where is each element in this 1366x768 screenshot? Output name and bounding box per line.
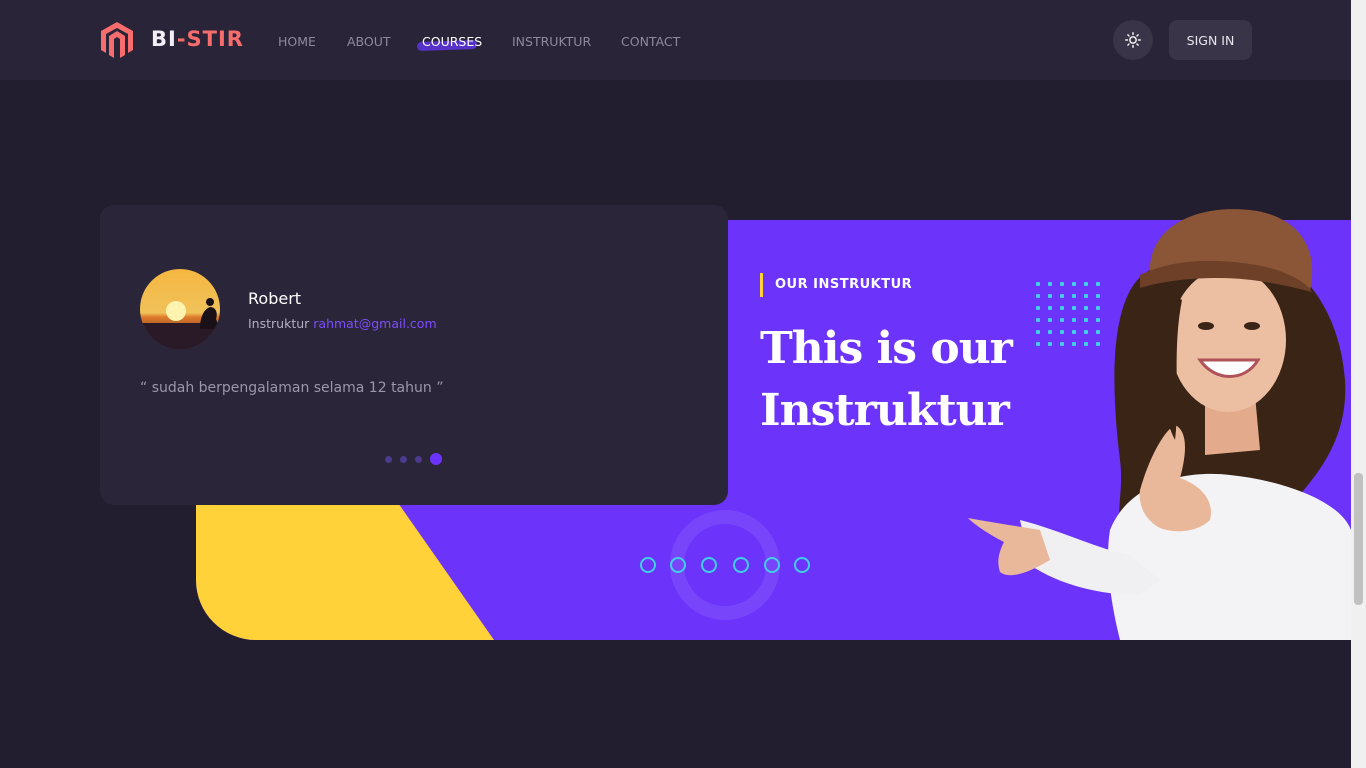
instructor-photo <box>968 209 1351 640</box>
instructor-email-link[interactable]: rahmat@gmail.com <box>313 316 436 331</box>
nav-courses[interactable]: COURSES <box>422 34 482 49</box>
site-header: BI-STIR HOME ABOUT COURSES INSTRUKTUR CO… <box>0 0 1351 80</box>
brand-part2: -STIR <box>176 27 244 51</box>
sun-icon <box>1125 32 1141 48</box>
sign-in-button[interactable]: SIGN IN <box>1169 20 1252 60</box>
instructor-avatar <box>140 269 220 349</box>
circle-decor <box>794 557 810 573</box>
instructor-card: Robert Instruktur rahmat@gmail.com “ sud… <box>100 205 728 505</box>
eyebrow-accent-bar <box>760 273 763 297</box>
brand-part1: BI <box>151 27 177 51</box>
pager-dot-active[interactable] <box>430 453 442 465</box>
instructor-role-line: Instruktur rahmat@gmail.com <box>248 316 437 331</box>
card-pagination <box>385 453 445 465</box>
circle-decor <box>640 557 656 573</box>
pager-dot[interactable] <box>400 456 407 463</box>
scrollbar-thumb[interactable] <box>1354 473 1363 605</box>
logo-icon[interactable] <box>100 21 134 59</box>
pager-dot[interactable] <box>385 456 392 463</box>
circle-decor <box>733 557 749 573</box>
circle-decor <box>670 557 686 573</box>
instructor-name: Robert <box>248 289 302 308</box>
brand-name[interactable]: BI-STIR <box>151 27 244 51</box>
nav-contact[interactable]: CONTACT <box>621 34 680 49</box>
decorative-circles <box>640 557 820 573</box>
theme-toggle-button[interactable] <box>1113 20 1153 60</box>
instructor-role: Instruktur <box>248 316 310 331</box>
section-eyebrow: OUR INSTRUKTUR <box>775 277 913 292</box>
nav-home[interactable]: HOME <box>278 34 316 49</box>
nav-instruktur[interactable]: INSTRUKTUR <box>512 34 591 49</box>
nav-about[interactable]: ABOUT <box>347 34 391 49</box>
instructor-quote: “ sudah berpengalaman selama 12 tahun ” <box>140 380 444 396</box>
circle-decor <box>701 557 717 573</box>
page-scrollbar[interactable] <box>1351 0 1366 768</box>
circle-decor <box>764 557 780 573</box>
pager-dot[interactable] <box>415 456 422 463</box>
